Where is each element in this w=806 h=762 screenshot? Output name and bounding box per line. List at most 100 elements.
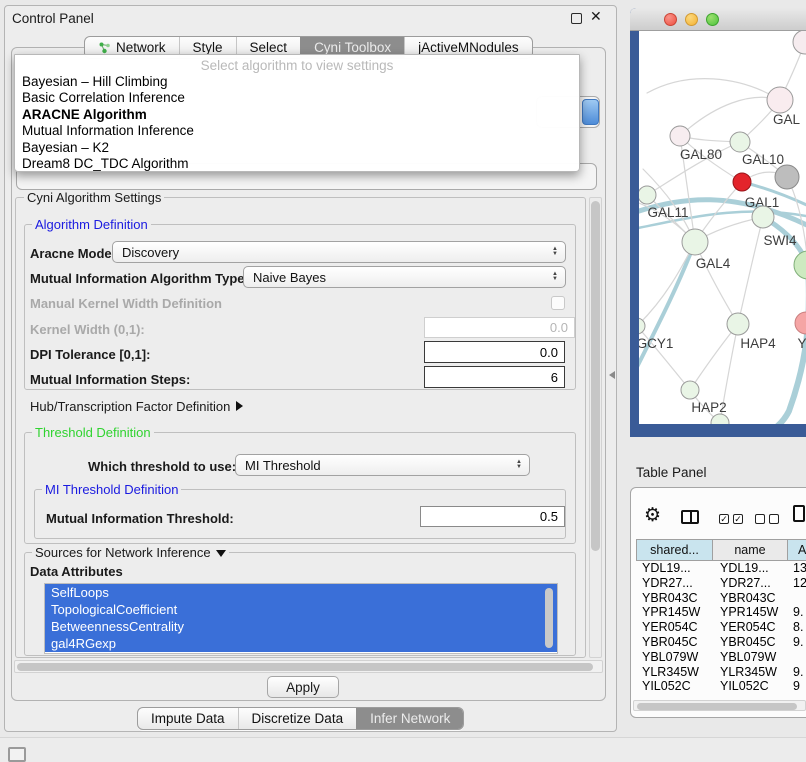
- column-header-name[interactable]: name: [712, 539, 788, 561]
- dropdown-item[interactable]: Basic Correlation Inference: [15, 90, 579, 106]
- minimize-window-icon[interactable]: [685, 13, 698, 26]
- table-row[interactable]: YBR043CYBR043C: [636, 591, 806, 606]
- select-all-checkboxes-icon[interactable]: ✓✓: [719, 514, 743, 524]
- close-window-icon[interactable]: [664, 13, 677, 26]
- combo-arrows-icon: ▲▼: [516, 460, 522, 470]
- split-columns-icon[interactable]: [681, 510, 699, 524]
- dropdown-item[interactable]: Bayesian – Hill Climbing: [15, 74, 579, 90]
- aracne-mode-combobox[interactable]: Discovery ▲▼: [112, 241, 566, 263]
- network-edge[interactable]: [639, 242, 695, 326]
- table-row[interactable]: YBR045CYBR045C9.: [636, 635, 806, 650]
- combo-arrows-icon: ▲▼: [552, 272, 558, 282]
- bottom-tabbar: Impute Data Discretize Data Infer Networ…: [137, 707, 464, 730]
- network-node[interactable]: [639, 186, 656, 204]
- close-panel-icon[interactable]: ✕: [590, 8, 602, 25]
- table-horizontal-scrollbar[interactable]: [633, 700, 806, 711]
- table-row[interactable]: YBL079WYBL079W: [636, 650, 806, 665]
- expand-arrow-icon[interactable]: [236, 401, 243, 411]
- float-panel-icon[interactable]: [571, 13, 582, 24]
- network-node[interactable]: [793, 31, 806, 54]
- table-row[interactable]: YLR345WYLR345W9.: [636, 665, 806, 680]
- network-graph[interactable]: GALGAL80GAL10GAL1GAL11SWI4GAL4GCY1HAP4YH…: [639, 31, 806, 424]
- node-label: GAL4: [696, 256, 731, 271]
- mi-threshold-input[interactable]: 0.5: [420, 506, 565, 527]
- tab-infer-network[interactable]: Infer Network: [356, 708, 463, 729]
- collapse-arrow-icon[interactable]: [216, 550, 226, 557]
- network-node[interactable]: [794, 251, 806, 279]
- network-window-titlebar[interactable]: [630, 8, 806, 31]
- splitpane-collapse-arrow[interactable]: [609, 371, 615, 379]
- which-threshold-label: Which threshold to use:: [88, 459, 236, 474]
- combobox-arrows-button[interactable]: [582, 99, 599, 125]
- mi-threshold-group-title: MI Threshold Definition: [42, 482, 181, 497]
- apply-button[interactable]: Apply: [267, 676, 339, 698]
- list-scrollbar-thumb[interactable]: [545, 588, 553, 648]
- dropdown-item[interactable]: Dream8 DC_TDC Algorithm: [15, 156, 579, 172]
- node-label: GAL: [773, 112, 801, 127]
- dropdown-item[interactable]: Bayesian – K2: [15, 140, 579, 156]
- tab-impute-data[interactable]: Impute Data: [138, 708, 238, 729]
- table-row[interactable]: YDR27...YDR27...12: [636, 576, 806, 591]
- network-node[interactable]: [795, 312, 806, 334]
- list-item[interactable]: gal4RGexp: [45, 635, 557, 652]
- column-header-partial[interactable]: A: [787, 539, 806, 561]
- dropdown-item[interactable]: Mutual Information Inference: [15, 123, 579, 139]
- control-panel-title: Control Panel: [12, 11, 94, 26]
- mi-algorithm-type-combobox[interactable]: Naive Bayes ▲▼: [243, 266, 566, 288]
- list-item[interactable]: BetweennessCentrality: [45, 618, 557, 635]
- network-view-window[interactable]: GALGAL80GAL10GAL1GAL11SWI4GAL4GCY1HAP4YH…: [630, 8, 806, 437]
- data-attributes-list[interactable]: SelfLoops TopologicalCoefficient Between…: [44, 583, 558, 654]
- node-label: GAL10: [742, 152, 784, 167]
- gear-icon[interactable]: ⚙: [644, 504, 661, 527]
- network-node[interactable]: [681, 381, 699, 399]
- settings-horizontal-scrollbar-thumb[interactable]: [17, 663, 593, 671]
- network-node[interactable]: [639, 318, 645, 334]
- mi-threshold-label: Mutual Information Threshold:: [46, 511, 234, 526]
- list-item[interactable]: SelfLoops: [45, 584, 557, 601]
- dpi-tolerance-input[interactable]: 0.0: [424, 341, 565, 363]
- network-node[interactable]: [682, 229, 708, 255]
- table-row[interactable]: YER054CYER054C8.: [636, 620, 806, 635]
- network-node[interactable]: [752, 206, 774, 228]
- network-edge[interactable]: [639, 242, 695, 379]
- kernel-width-input[interactable]: 0.0: [424, 317, 575, 338]
- zoom-window-icon[interactable]: [706, 13, 719, 26]
- table-row[interactable]: YDL19...YDL19...13: [636, 561, 806, 576]
- sources-group-title[interactable]: Sources for Network Inference: [32, 545, 229, 560]
- column-header-shared[interactable]: shared...: [636, 539, 713, 561]
- network-node[interactable]: [711, 414, 729, 424]
- which-threshold-combobox[interactable]: MI Threshold ▲▼: [235, 454, 530, 476]
- mi-algorithm-type-label: Mutual Information Algorithm Type:: [30, 271, 249, 286]
- kernel-width-label: Kernel Width (0,1):: [30, 322, 145, 337]
- mi-steps-input[interactable]: 6: [424, 366, 565, 388]
- deselect-all-checkboxes-icon[interactable]: [755, 514, 779, 524]
- restore-panel-icon[interactable]: [8, 747, 26, 762]
- table-row[interactable]: YPR145WYPR145W9.: [636, 605, 806, 620]
- network-edge[interactable]: [738, 217, 763, 324]
- settings-vertical-scrollbar-thumb[interactable]: [591, 201, 600, 551]
- network-edge[interactable]: [690, 324, 738, 390]
- network-edge[interactable]: [695, 242, 738, 324]
- table-horizontal-scrollbar-thumb[interactable]: [637, 703, 797, 710]
- document-icon[interactable]: [793, 505, 805, 522]
- list-item[interactable]: TopologicalCoefficient: [45, 601, 557, 618]
- network-node[interactable]: [730, 132, 750, 152]
- settings-horizontal-scrollbar[interactable]: [14, 660, 603, 673]
- tab-discretize-data[interactable]: Discretize Data: [238, 708, 357, 729]
- table-body[interactable]: YDL19...YDL19...13 YDR27...YDR27...12 YB…: [636, 561, 806, 700]
- table-row[interactable]: YIL052CYIL052C9: [636, 679, 806, 694]
- aracne-mode-label: Aracne Mode:: [30, 246, 116, 261]
- network-node[interactable]: [727, 313, 749, 335]
- network-node[interactable]: [775, 165, 799, 189]
- network-node[interactable]: [670, 126, 690, 146]
- hub-definition-toggle[interactable]: Hub/Transcription Factor Definition: [30, 399, 243, 414]
- manual-kernel-width-checkbox[interactable]: [551, 296, 565, 310]
- dropdown-placeholder: Select algorithm to view settings: [15, 58, 579, 73]
- dropdown-item-selected[interactable]: ARACNE Algorithm: [15, 107, 579, 123]
- network-node[interactable]: [733, 173, 751, 191]
- settings-vertical-scrollbar[interactable]: [589, 197, 602, 658]
- network-node[interactable]: [767, 87, 793, 113]
- node-label: GAL11: [647, 205, 688, 220]
- data-attributes-label: Data Attributes: [30, 564, 123, 579]
- network-canvas[interactable]: GALGAL80GAL10GAL1GAL11SWI4GAL4GCY1HAP4YH…: [639, 31, 806, 424]
